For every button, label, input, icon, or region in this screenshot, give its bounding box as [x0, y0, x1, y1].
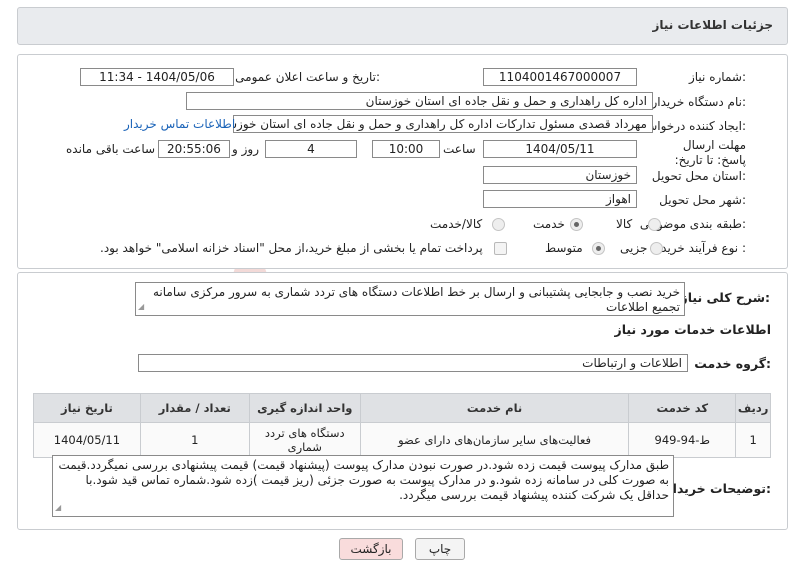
city-label: شهر محل تحویل: — [659, 193, 746, 207]
resize-grip-icon[interactable]: ◢ — [138, 299, 144, 314]
announce-date-label: تاریخ و ساعت اعلان عمومی: — [235, 70, 380, 84]
table-header-cell: تاریخ نیاز — [33, 393, 141, 423]
table-cell: ط-94-949 — [628, 422, 737, 458]
general-desc-textarea[interactable]: خرید نصب و جابجایی پشتیبانی و ارسال بر خ… — [135, 282, 685, 316]
table-cell: 1 — [735, 422, 771, 458]
deadline-date-field[interactable]: 1404/05/11 — [483, 140, 637, 158]
deadline-time-field[interactable]: 10:00 — [372, 140, 440, 158]
buyer-notes-label: توضیحات خریدار: — [665, 481, 771, 496]
remaining-label: ساعت باقی مانده — [66, 142, 156, 156]
category-option-goods-service: کالا/خدمت — [430, 217, 483, 231]
deadline-time-label: ساعت — [443, 142, 476, 156]
category-radio-goods-service[interactable] — [492, 218, 505, 231]
remaining-time-field[interactable]: 20:55:06 — [158, 140, 230, 158]
need-number-label: شماره نیاز: — [688, 70, 746, 84]
table-header-cell: تعداد / مقدار — [139, 393, 250, 423]
buyer-org-field[interactable]: اداره کل راهداری و حمل و نقل جاده ای است… — [186, 92, 653, 110]
header-panel: جزئیات اطلاعات نیاز — [17, 7, 788, 45]
table-row: 1 ط-94-949 فعالیت‌های سایر سازمان‌های دا… — [33, 422, 771, 458]
remaining-days-field[interactable]: 4 — [265, 140, 357, 158]
province-label: استان محل تحویل: — [651, 169, 746, 183]
resize-grip-icon[interactable]: ◢ — [55, 500, 61, 515]
buyer-notes-text: طبق مدارک پیوست قیمت زده شود.در صورت نبو… — [58, 458, 669, 502]
print-button[interactable]: چاپ — [415, 538, 465, 560]
treasury-checkbox[interactable] — [494, 242, 507, 255]
table-header-row: ردیف کد خدمت نام خدمت واحد اندازه گیری ت… — [33, 393, 771, 423]
table-header-cell: نام خدمت — [359, 393, 630, 423]
need-number-field[interactable]: 1104001467000007 — [483, 68, 637, 86]
general-desc-label: شرح کلی نیاز: — [680, 290, 771, 305]
days-label: روز و — [232, 142, 259, 156]
deadline-label: مهلت ارسال پاسخ: تا تاریخ: — [674, 138, 746, 167]
back-button[interactable]: بازگشت — [339, 538, 403, 560]
buyer-org-label: نام دستگاه خریدار: — [651, 95, 747, 109]
table-header-cell: ردیف — [735, 393, 771, 423]
service-group-label: گروه خدمت: — [694, 356, 771, 371]
process-option-medium: متوسط — [545, 241, 583, 255]
announce-date-field[interactable]: 1404/05/06 - 11:34 — [80, 68, 234, 86]
category-option-goods: کالا — [616, 217, 633, 231]
province-field[interactable]: خوزستان — [483, 166, 637, 184]
treasury-note: پرداخت تمام یا بخشی از مبلغ خرید،از محل … — [100, 241, 483, 255]
service-group-field[interactable]: اطلاعات و ارتباطات — [138, 354, 688, 372]
buyer-notes-textarea[interactable]: طبق مدارک پیوست قیمت زده شود.در صورت نبو… — [52, 455, 674, 517]
table-cell: 1404/05/11 — [33, 422, 141, 458]
city-field[interactable]: اهواز — [483, 190, 637, 208]
general-desc-text: خرید نصب و جابجایی پشتیبانی و ارسال بر خ… — [152, 285, 680, 314]
table-cell: فعالیت‌های سایر سازمان‌های دارای عضو — [359, 422, 630, 458]
process-radio-medium[interactable] — [592, 242, 605, 255]
services-heading: اطلاعات خدمات مورد نیاز — [614, 322, 772, 337]
page-title: جزئیات اطلاعات نیاز — [652, 18, 773, 32]
table-cell: 1 — [139, 422, 250, 458]
process-radio-minor[interactable] — [650, 242, 663, 255]
table-header-cell: واحد اندازه گیری — [248, 393, 361, 423]
process-option-minor: جزیی — [620, 241, 648, 255]
services-table: ردیف کد خدمت نام خدمت واحد اندازه گیری ت… — [33, 393, 771, 458]
table-cell: دستگاه های تردد شماری — [248, 422, 361, 458]
category-radio-goods[interactable] — [648, 218, 661, 231]
category-option-service: خدمت — [533, 217, 565, 231]
buyer-contact-link[interactable]: اطلاعات تماس خریدار — [124, 117, 235, 131]
requester-field[interactable]: مهرداد قصدی مسئول تدارکات اداره کل راهدا… — [233, 115, 653, 133]
table-header-cell: کد خدمت — [628, 393, 737, 423]
process-label: نوع فرآیند خرید : — [661, 241, 746, 255]
category-radio-service[interactable] — [570, 218, 583, 231]
